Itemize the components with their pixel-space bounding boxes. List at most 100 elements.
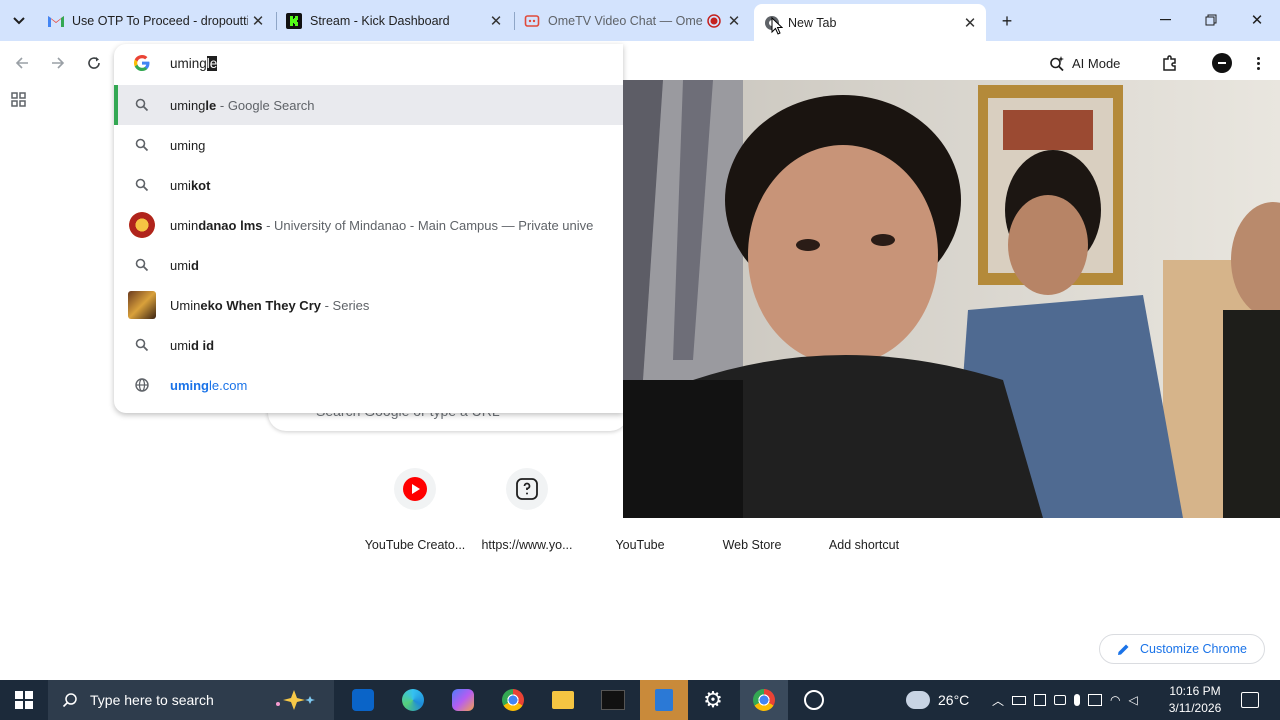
close-icon[interactable]: ✕ bbox=[960, 13, 980, 33]
tab-kick[interactable]: Stream - Kick Dashboard ✕ bbox=[276, 6, 512, 36]
suggestion-match: umi bbox=[170, 177, 191, 193]
search-icon bbox=[135, 338, 149, 352]
suggestion-row[interactable]: umikot bbox=[114, 165, 623, 205]
tab-title: Stream - Kick Dashboard bbox=[310, 14, 450, 28]
tab-title: New Tab bbox=[788, 15, 837, 30]
volume-icon[interactable]: ◁ bbox=[1129, 693, 1138, 707]
umindanao-logo bbox=[129, 212, 155, 238]
suggestion-row[interactable]: umingle - Google Search bbox=[114, 85, 623, 125]
suggestion-row[interactable]: umingle.com bbox=[114, 365, 623, 405]
microphone-icon[interactable] bbox=[1074, 694, 1081, 706]
shortcut-label: YouTube bbox=[615, 538, 665, 552]
profile-avatar[interactable] bbox=[1212, 53, 1232, 73]
taskbar-search-box[interactable]: Type here to search bbox=[48, 680, 334, 720]
restore-button[interactable] bbox=[1196, 10, 1226, 30]
notification-button[interactable] bbox=[1236, 686, 1264, 714]
ai-mode-label: AI Mode bbox=[1072, 55, 1121, 71]
suggestion-row[interactable]: Umineko When They Cry - Series bbox=[114, 285, 623, 325]
extensions-button[interactable] bbox=[1158, 51, 1182, 75]
minimize-button[interactable] bbox=[1150, 10, 1180, 30]
tab-title: OmeTV Video Chat — Ome bbox=[548, 14, 703, 28]
wifi-icon[interactable]: ◠ bbox=[1110, 693, 1120, 707]
windows-taskbar: Type here to search ⚙ 26°C ︿ ◠ ◁ 10:16 P… bbox=[0, 680, 1280, 720]
network-icon[interactable] bbox=[1088, 694, 1103, 706]
weather-widget[interactable]: 26°C bbox=[906, 688, 969, 712]
file-app-icon bbox=[655, 689, 673, 711]
tab-gmail[interactable]: Use OTP To Proceed - dropoutti ✕ bbox=[38, 6, 274, 36]
tab-search-button[interactable] bbox=[8, 10, 30, 32]
forward-button[interactable] bbox=[46, 51, 70, 75]
minus-icon bbox=[1218, 62, 1226, 64]
shortcut-tile[interactable]: YouTube bbox=[584, 468, 696, 552]
ai-mode-button[interactable]: AI Mode bbox=[1048, 51, 1120, 75]
tab-ometv[interactable]: OmeTV Video Chat — Ome ✕ bbox=[514, 6, 750, 36]
clock-time: 10:16 PM bbox=[1169, 684, 1221, 698]
search-icon bbox=[135, 258, 149, 272]
shortcut-label: Web Store bbox=[722, 538, 782, 552]
taskbar-app-chrome[interactable] bbox=[499, 686, 527, 714]
search-icon bbox=[135, 178, 149, 192]
weather-temperature: 26°C bbox=[938, 692, 970, 708]
suggestion-match: umi bbox=[170, 337, 191, 353]
omnibox[interactable]: umingle bbox=[114, 44, 623, 82]
recorder-icon bbox=[804, 690, 824, 710]
copilot-sparkle-icon bbox=[270, 688, 320, 712]
kick-icon bbox=[286, 13, 302, 29]
suggestion-description: - Google Search bbox=[216, 97, 315, 113]
taskbar-app-file-explorer[interactable] bbox=[549, 686, 577, 714]
suggestion-row[interactable]: umindanao lms - University of Mindanao -… bbox=[114, 205, 623, 245]
customize-chrome-button[interactable]: Customize Chrome bbox=[1099, 634, 1265, 664]
suggestion-completion: danao lms bbox=[198, 217, 263, 233]
battery-icon[interactable] bbox=[1012, 695, 1027, 705]
camera-icon[interactable] bbox=[1054, 695, 1067, 705]
suggestion-completion: d id bbox=[190, 337, 215, 353]
shortcut-tile[interactable]: Add shortcut bbox=[808, 468, 920, 552]
start-button[interactable] bbox=[10, 686, 38, 714]
suggestion-match: uming bbox=[170, 137, 206, 153]
apps-grid-icon bbox=[11, 92, 26, 107]
clock[interactable]: 10:16 PM 3/11/2026 bbox=[1160, 683, 1230, 717]
taskbar-app-settings[interactable]: ⚙ bbox=[699, 686, 727, 714]
shortcut-tile[interactable]: YouTube Creato... bbox=[359, 468, 471, 552]
chevron-up-icon[interactable]: ︿ bbox=[992, 692, 1004, 709]
suggestion-completion: le.com bbox=[209, 377, 248, 393]
omnibox-typed-text: uming bbox=[170, 55, 207, 71]
new-tab-button[interactable]: + bbox=[996, 10, 1018, 32]
reload-button[interactable] bbox=[82, 51, 106, 75]
suggestion-match: umin bbox=[170, 217, 199, 233]
back-button[interactable] bbox=[10, 51, 34, 75]
arrow-left-icon bbox=[15, 57, 28, 69]
taskbar-app-chrome-profile[interactable] bbox=[750, 686, 778, 714]
suggestion-match: Umin bbox=[170, 297, 201, 313]
suggestion-completion: eko When They Cry bbox=[200, 297, 321, 313]
suggestion-description: - University of Mindanao - Main Campus —… bbox=[262, 217, 594, 233]
close-icon[interactable]: ✕ bbox=[248, 11, 268, 31]
tab-new-tab[interactable]: New Tab ✕ bbox=[754, 4, 986, 41]
taskbar-app-edge[interactable] bbox=[399, 686, 427, 714]
shortcut-tile[interactable]: https://www.yo... bbox=[471, 468, 583, 552]
taskbar-app-m365[interactable] bbox=[449, 686, 477, 714]
globe-icon bbox=[135, 378, 149, 392]
suggestion-description: - Series bbox=[320, 297, 370, 313]
shortcut-tile[interactable]: Web Store bbox=[696, 468, 808, 552]
apps-button[interactable] bbox=[10, 91, 30, 111]
close-window-button[interactable]: ✕ bbox=[1242, 10, 1272, 30]
taskbar-app-editor[interactable] bbox=[650, 686, 678, 714]
mouse-cursor-icon bbox=[771, 17, 783, 35]
taskbar-app-recorder[interactable] bbox=[800, 686, 828, 714]
webcam-video-overlay bbox=[623, 80, 1280, 518]
google-g-icon bbox=[114, 55, 170, 71]
suggestion-row[interactable]: uming bbox=[114, 125, 623, 165]
suggestion-row[interactable]: umid id bbox=[114, 325, 623, 365]
selection-indicator bbox=[114, 85, 118, 125]
taskbar-app-obs[interactable] bbox=[599, 686, 627, 714]
tab-strip: Use OTP To Proceed - dropoutti ✕ Stream … bbox=[0, 0, 1280, 41]
close-icon[interactable]: ✕ bbox=[724, 11, 744, 31]
meet-icon[interactable] bbox=[1034, 694, 1047, 706]
taskbar-app-outlook[interactable] bbox=[349, 686, 377, 714]
close-icon[interactable]: ✕ bbox=[486, 11, 506, 31]
puzzle-icon bbox=[1163, 55, 1176, 71]
menu-button[interactable] bbox=[1248, 51, 1268, 75]
gmail-icon bbox=[48, 13, 64, 29]
suggestion-row[interactable]: umid bbox=[114, 245, 623, 285]
